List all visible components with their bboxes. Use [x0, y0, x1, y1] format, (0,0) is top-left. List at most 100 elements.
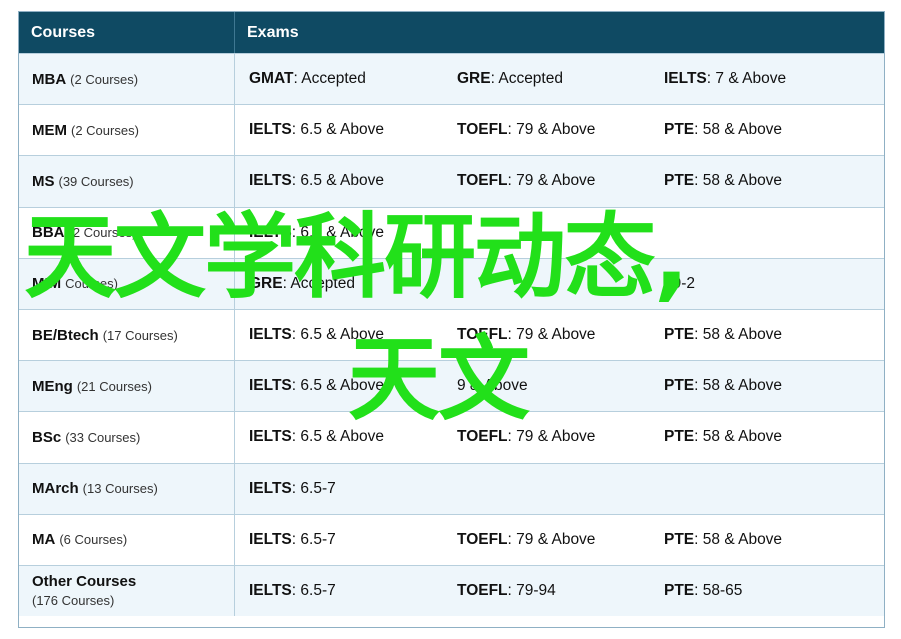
exam-requirement: TOEFL: 79 & Above [457, 172, 595, 190]
course-count: (33 Courses) [65, 429, 141, 445]
exam-name: PTE [664, 172, 695, 190]
exam-name: TOEFL [457, 581, 508, 599]
exam-score: : 58 & Above [694, 530, 783, 548]
table-row: MS (39 Courses) IELTS: 6.5 & Above TOEFL: 7… [19, 155, 884, 207]
exam-requirement: IELTS: 6.5 & Above [249, 224, 384, 242]
exam-score: : 79 & Above [507, 121, 596, 139]
table-row: MA (6 Courses) IELTS: 6.5-7 TOEFL: 79 & Abo… [19, 513, 884, 565]
course-cell: MEng (21 Courses) [19, 361, 235, 412]
exam-score: : 7 & Above [706, 70, 787, 88]
course-cell: MA (6 Courses) [19, 514, 235, 565]
exam-requirement: IELTS: 6.5-7 [249, 582, 336, 600]
exam-score: : 79 & Above [507, 172, 596, 190]
exam-requirement: IELTS: 6.5 & Above [249, 121, 384, 139]
exam-requirement: GRE: Accepted [457, 70, 563, 88]
course-name[interactable]: MEng [32, 378, 73, 395]
exam-score: : Accepted [490, 70, 563, 88]
exams-cell: IELTS: 6.5-7 TOEFL: 79-94 PTE: 58-65 [235, 566, 884, 616]
exam-requirement: IELTS: 6.5 & Above [249, 428, 384, 446]
exams-cell: GRE: Accepted 79-2 [235, 259, 884, 309]
course-cell: MBA (2 Courses) [19, 54, 235, 105]
exam-name: GMAT [249, 70, 294, 88]
course-count: (39 Courses) [58, 173, 134, 189]
table-row: BBA (2 Courses) IELTS: 6.5 & Above [19, 206, 884, 258]
exam-requirement: TOEFL: 79 & Above [457, 121, 595, 139]
exam-score: : 58 & Above [694, 428, 783, 446]
exam-score: : Accepted [293, 70, 366, 88]
exam-score: : 58 & Above [694, 377, 783, 395]
exam-score: : 6.5 & Above [291, 223, 384, 241]
exam-name: IELTS [249, 223, 292, 241]
table-row: BSc (33 Courses) IELTS: 6.5 & Above TOEFL: … [19, 411, 884, 463]
exams-cell: IELTS: 6.5-7 [235, 464, 884, 514]
exam-name: IELTS [664, 70, 707, 88]
exam-name: TOEFL [457, 326, 508, 344]
exam-name: IELTS [249, 377, 292, 395]
course-count: (6 Courses) [59, 532, 128, 548]
exam-name: PTE [664, 121, 695, 139]
exam-name: IELTS [249, 121, 292, 139]
exams-cell: IELTS: 6.5 & Above TOEFL: 79 & Above PTE : … [235, 105, 884, 155]
exam-score: : 6.5-7 [291, 530, 336, 548]
exam-requirement: 79-2 [664, 275, 695, 293]
course-name[interactable]: MBA [32, 71, 66, 88]
course-count: Courses) [65, 276, 118, 292]
course-name[interactable]: MA [32, 531, 55, 548]
course-cell: BSc (33 Courses) [19, 412, 235, 463]
exam-score: : Accepted [282, 274, 355, 292]
exam-score: : 6.5 & Above [291, 326, 384, 344]
course-name[interactable]: MEM [32, 122, 67, 139]
table-body: MBA (2 Courses) GMAT: Accepted GRE: Accepte… [19, 53, 884, 617]
exam-score: : 79 & Above [507, 326, 596, 344]
exam-requirement: TOEFL: 79 & Above [457, 531, 595, 549]
course-cell: MArch (13 Courses) [19, 463, 235, 514]
course-name[interactable]: BE/Btech [32, 327, 99, 344]
exam-score: : 58 & Above [694, 172, 783, 190]
exam-name: TOEFL [457, 428, 508, 446]
exam-score: : 79-94 [507, 581, 556, 599]
course-name[interactable]: BBA [32, 224, 65, 241]
course-cell: Other Courses (176 Courses) [19, 565, 235, 617]
course-name[interactable]: MIM [32, 275, 61, 292]
exam-requirement: IELTS: 6.5 & Above [249, 377, 384, 395]
table-row: MEM (2 Courses) IELTS: 6.5 & Above TOEFL: 7… [19, 104, 884, 156]
exam-score: 79-2 [664, 274, 696, 292]
exam-name: PTE [664, 581, 695, 599]
exam-name: PTE [664, 377, 695, 395]
exam-requirement: IELTS: 6.5 & Above [249, 326, 384, 344]
exam-name: IELTS [249, 479, 292, 497]
exam-requirement: PTE: 58 & Above [664, 428, 782, 446]
exam-score: : 6.5 & Above [291, 428, 384, 446]
exam-name: IELTS [249, 326, 292, 344]
course-cell: MEM (2 Courses) [19, 105, 235, 156]
table-row: MArch (13 Courses) IELTS: 6.5-7 [19, 462, 884, 514]
courses-column-header: Courses [19, 12, 235, 53]
exams-cell: IELTS: 6.5-7 TOEFL: 79 & Above PTE: 58 & A… [235, 515, 884, 565]
exams-cell: IELTS: 6.5 & Above TOEFL: 79 & Above PTE: … [235, 412, 884, 462]
exam-score: : 79 & Above [507, 428, 596, 446]
exam-requirement: PTE: 58-65 [664, 582, 742, 600]
exam-requirement: 9 & Above [457, 377, 528, 395]
course-name[interactable]: MArch [32, 480, 79, 497]
exam-score: : 6.5 & Above [291, 172, 384, 190]
course-count: (13 Courses) [82, 481, 158, 497]
exams-cell: IELTS: 6.5 & Above TOEFL: 79 & Above PTE: … [235, 310, 884, 360]
course-name[interactable]: BSc [32, 429, 61, 446]
exam-requirement: IELTS: 7 & Above [664, 70, 786, 88]
exam-name: GRE [249, 274, 283, 292]
exam-name: TOEFL [457, 121, 508, 139]
table-row: MIM Courses) GRE: Accepted 79-2 [19, 257, 884, 309]
table-row: BE/Btech (17 Courses) IELTS: 6.5 & Above TO… [19, 308, 884, 361]
exam-name: PTE [664, 530, 695, 548]
course-name[interactable]: Other Courses [32, 573, 136, 590]
exam-requirements-table: Courses Exams MBA (2 Courses) GMAT: Accept… [18, 11, 885, 628]
exam-requirement: TOEFL: 79 & Above [457, 428, 595, 446]
course-cell: BBA (2 Courses) [19, 207, 235, 258]
course-name[interactable]: MS [32, 173, 55, 190]
exam-name: GRE [457, 70, 491, 88]
exams-cell: IELTS: 6.5 & Above [235, 208, 884, 258]
table-header: Courses Exams [19, 12, 884, 53]
course-count: (2 Courses) [71, 122, 139, 138]
exam-requirement: TOEFL: 79 & Above [457, 326, 595, 344]
exam-requirement: GRE: Accepted [249, 275, 355, 293]
